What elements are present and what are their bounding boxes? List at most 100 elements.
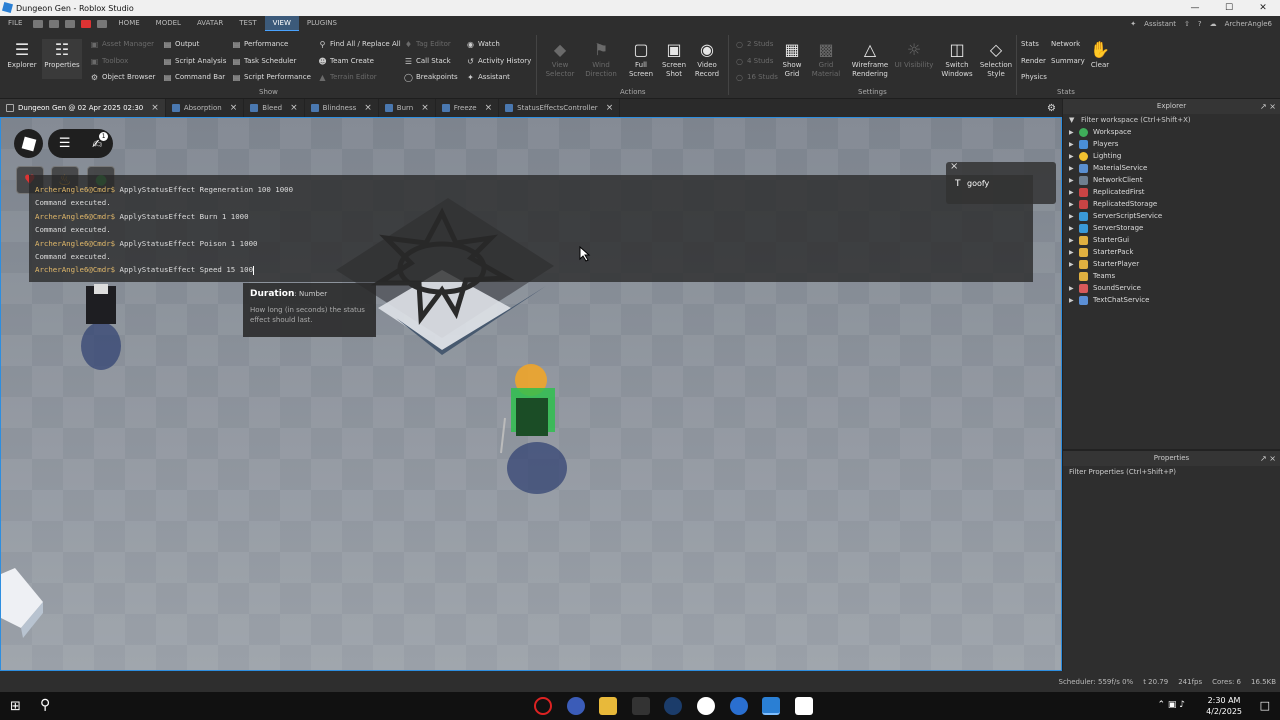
summary-stats-button[interactable]: Summary: [1051, 55, 1085, 67]
tab-blindness[interactable]: Blindness ×: [305, 99, 379, 117]
menu-avatar[interactable]: AVATAR: [189, 16, 231, 31]
terrain-editor-button[interactable]: ▲ Terrain Editor: [318, 71, 376, 83]
chat-icon[interactable]: ✍ 1: [92, 131, 109, 151]
screen-shot-button[interactable]: ▣ Screen Shot: [659, 39, 689, 79]
view-selector-button[interactable]: ◆ View Selector: [542, 39, 578, 79]
physics-stats-button[interactable]: Physics: [1021, 71, 1047, 83]
maximize-button[interactable]: ☐: [1212, 0, 1246, 16]
call-stack-button[interactable]: ☰ Call Stack: [404, 55, 451, 67]
roblox-taskbar-icon[interactable]: [795, 697, 813, 715]
tab-bleed[interactable]: Bleed ×: [244, 99, 305, 117]
menu-plugins[interactable]: PLUGINS: [299, 16, 345, 31]
explorer-item-network-client[interactable]: ▶ NetworkClient: [1063, 174, 1280, 186]
close-tab-icon[interactable]: ×: [485, 103, 493, 113]
performance-button[interactable]: ▤ Performance: [232, 38, 289, 50]
tab-status-effects-controller[interactable]: StatusEffectsController ×: [499, 99, 621, 117]
explorer-item-players[interactable]: ▶ Players: [1063, 138, 1280, 150]
studs-4-option[interactable]: ○ 4 Studs: [735, 55, 773, 67]
script-performance-button[interactable]: ▤ Script Performance: [232, 71, 311, 83]
explorer-item-starter-pack[interactable]: ▶ StarterPack: [1063, 246, 1280, 258]
wireframe-button[interactable]: △ Wireframe Rendering: [848, 39, 892, 79]
close-button[interactable]: ✕: [1246, 0, 1280, 16]
find-replace-button[interactable]: ⚲ Find All / Replace All: [318, 38, 401, 50]
explorer-item-material-service[interactable]: ▶ MaterialService: [1063, 162, 1280, 174]
menu-model[interactable]: MODEL: [148, 16, 189, 31]
undock-icon[interactable]: ↗: [1260, 102, 1267, 111]
ui-visibility-button[interactable]: ☼ UI Visibility: [894, 39, 934, 70]
properties-button[interactable]: ☷ Properties: [42, 39, 82, 79]
explorer-item-server-storage[interactable]: ▶ ServerStorage: [1063, 222, 1280, 234]
output-button[interactable]: ▤ Output: [163, 38, 200, 50]
explorer-item-replicated-first[interactable]: ▶ ReplicatedFirst: [1063, 186, 1280, 198]
render-stats-button[interactable]: Render: [1021, 55, 1046, 67]
assistant-button[interactable]: ✦ Assistant: [466, 71, 510, 83]
stats-button[interactable]: Stats: [1021, 38, 1039, 50]
menu-home[interactable]: HOME: [110, 16, 147, 31]
clear-stats-button[interactable]: ✋ Clear: [1088, 39, 1112, 70]
system-tray-icons[interactable]: ⌃ ▣ ♪: [1157, 700, 1185, 710]
taskbar-clock[interactable]: 2:30 AM 4/2/2025: [1206, 695, 1242, 717]
video-record-button[interactable]: ◉ Video Record: [692, 39, 722, 79]
activity-history-button[interactable]: ↺ Activity History: [466, 55, 531, 67]
explorer-item-workspace[interactable]: ▶ Workspace: [1063, 126, 1280, 138]
cloud-icon[interactable]: ☁: [1210, 20, 1217, 28]
close-icon[interactable]: ×: [950, 161, 958, 172]
object-browser-button[interactable]: ⚙ Object Browser: [90, 71, 155, 83]
file-explorer-icon[interactable]: [599, 697, 617, 715]
explorer-item-server-script-service[interactable]: ▶ ServerScriptService: [1063, 210, 1280, 222]
undo-icon[interactable]: [97, 19, 108, 28]
close-tab-icon[interactable]: ×: [290, 103, 298, 113]
app-icon[interactable]: [730, 697, 748, 715]
opera-icon[interactable]: [534, 697, 552, 715]
switch-windows-button[interactable]: ◫ Switch Windows: [938, 39, 976, 79]
close-tab-icon[interactable]: ×: [151, 103, 159, 113]
trash-icon[interactable]: [632, 697, 650, 715]
close-tab-icon[interactable]: ×: [606, 103, 614, 113]
toolbox-button[interactable]: ▣ Toolbox: [90, 55, 129, 67]
studs-2-option[interactable]: ○ 2 Studs: [735, 38, 773, 50]
tag-editor-button[interactable]: ♦ Tag Editor: [404, 38, 451, 50]
explorer-item-sound-service[interactable]: ▶ SoundService: [1063, 282, 1280, 294]
explorer-item-teams[interactable]: Teams: [1063, 270, 1280, 282]
clock-app-icon[interactable]: [697, 697, 715, 715]
selection-style-button[interactable]: ◇ Selection Style: [978, 39, 1014, 79]
close-tab-icon[interactable]: ×: [421, 103, 429, 113]
roblox-studio-taskbar-icon[interactable]: [762, 697, 780, 715]
assistant-link[interactable]: Assistant: [1144, 20, 1176, 28]
save-icon[interactable]: [33, 19, 44, 28]
roblox-menu-button[interactable]: [14, 129, 43, 158]
close-tab-icon[interactable]: ×: [364, 103, 372, 113]
show-grid-button[interactable]: ▦ Show Grid: [778, 39, 806, 79]
console-input-line[interactable]: ArcherAngle6@Cmdr$ ApplyStatusEffect Spe…: [35, 263, 1027, 276]
close-tab-icon[interactable]: ×: [230, 103, 238, 113]
menu-file[interactable]: FILE: [0, 16, 30, 31]
explorer-item-replicated-storage[interactable]: ▶ ReplicatedStorage: [1063, 198, 1280, 210]
open-icon[interactable]: [49, 19, 60, 28]
menu-test[interactable]: TEST: [231, 16, 264, 31]
undock-icon[interactable]: ↗: [1260, 454, 1267, 463]
tab-burn[interactable]: Burn ×: [379, 99, 436, 117]
team-create-button[interactable]: ☻ Team Create: [318, 55, 374, 67]
cmdr-console[interactable]: ArcherAngle6@Cmdr$ ApplyStatusEffect Reg…: [29, 175, 1033, 282]
close-icon[interactable]: ×: [1269, 454, 1276, 463]
explorer-item-text-chat-service[interactable]: ▶ TextChatService: [1063, 294, 1280, 306]
properties-filter-input[interactable]: Filter Properties (Ctrl+Shift+P): [1063, 466, 1280, 478]
steam-icon[interactable]: [664, 697, 682, 715]
notification-icon[interactable]: □: [1260, 699, 1270, 712]
search-icon[interactable]: ⚲: [40, 697, 50, 713]
tab-absorption[interactable]: Absorption ×: [166, 99, 245, 117]
play-icon[interactable]: [65, 19, 76, 28]
breakpoints-button[interactable]: ◯ Breakpoints: [404, 71, 458, 83]
user-name[interactable]: ArcherAngle6: [1225, 20, 1272, 28]
minimize-button[interactable]: —: [1178, 0, 1212, 16]
script-analysis-button[interactable]: ▤ Script Analysis: [163, 55, 227, 67]
settings-gear-icon[interactable]: ⚙: [1047, 103, 1056, 114]
share-icon[interactable]: ⇧: [1184, 20, 1190, 28]
3d-viewport[interactable]: ☰ ✍1 ♥ ♨ ● ArcherAngle6@Cmdr$ ApplyStatu…: [0, 117, 1062, 671]
help-icon[interactable]: ?: [1198, 20, 1202, 28]
asset-manager-button[interactable]: ▣ Asset Manager: [90, 38, 154, 50]
menu-view[interactable]: VIEW: [264, 16, 299, 31]
explorer-item-lighting[interactable]: ▶ Lighting: [1063, 150, 1280, 162]
network-stats-button[interactable]: Network: [1051, 38, 1080, 50]
explorer-filter-input[interactable]: ▼ Filter workspace (Ctrl+Shift+X): [1063, 114, 1280, 126]
